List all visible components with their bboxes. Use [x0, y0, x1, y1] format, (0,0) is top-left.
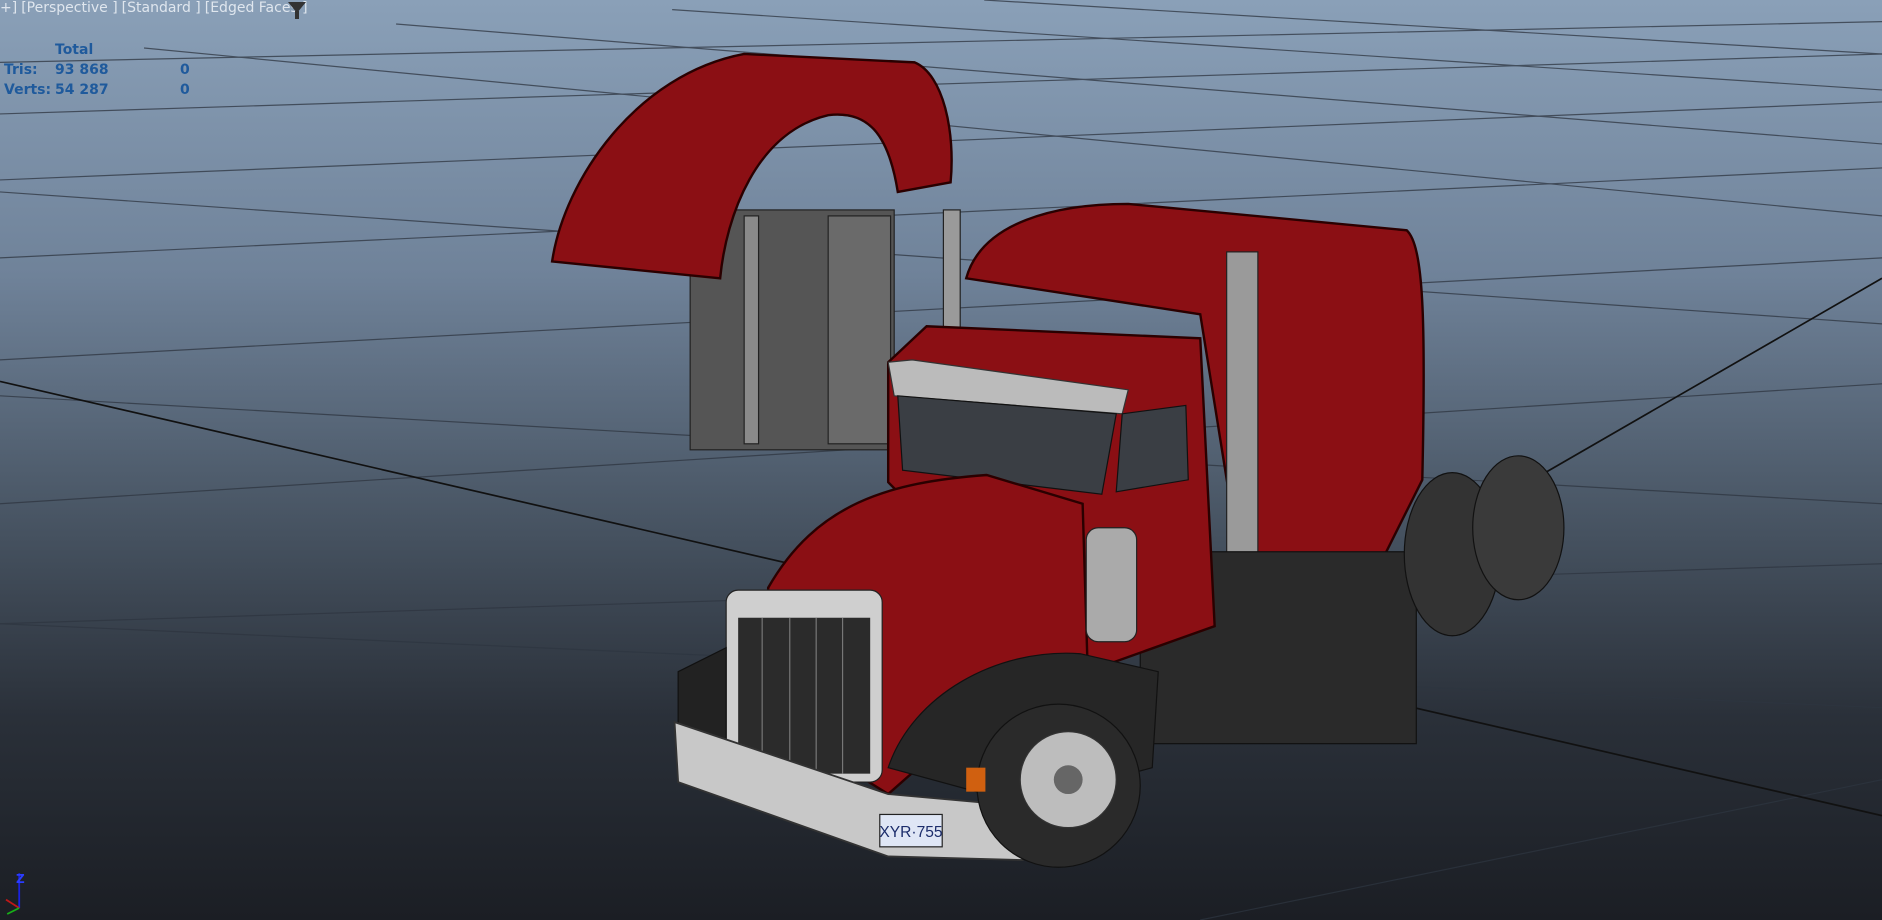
rear-wheel-2 [1472, 455, 1565, 601]
stats-label: Verts: [4, 82, 52, 98]
statistics-overlay: Total Tris: 93 868 0 Verts: 54 287 0 [4, 42, 204, 102]
stats-row-verts: Verts: 54 287 0 [4, 82, 204, 102]
air-filter [1085, 527, 1138, 643]
camera-menu-button[interactable]: [Perspective ] [21, 0, 117, 16]
viewport-header: +] [Perspective ] [Standard ] [Edged Faces … [0, 0, 312, 19]
shading-menu-button[interactable]: [Standard ] [122, 0, 201, 16]
stats-total: 54 287 [55, 82, 109, 98]
side-window [1115, 404, 1189, 493]
stats-column-header: Total [55, 42, 94, 58]
stats-selected: 0 [180, 82, 190, 98]
truck-model[interactable]: XYR·755 [550, 52, 1565, 868]
viewport-3d[interactable]: XYR·755 [0, 0, 1882, 920]
stats-total: 93 868 [55, 62, 109, 78]
stats-row-tris: Tris: 93 868 0 [4, 62, 204, 82]
stats-label: Tris: [4, 62, 38, 78]
viewport-menu-button[interactable]: +] [0, 0, 17, 16]
stats-selected: 0 [180, 62, 190, 78]
license-plate-text: XYR·755 [879, 824, 943, 841]
gizmo-z-label: Z [16, 872, 25, 886]
funnel-icon[interactable] [288, 2, 306, 19]
